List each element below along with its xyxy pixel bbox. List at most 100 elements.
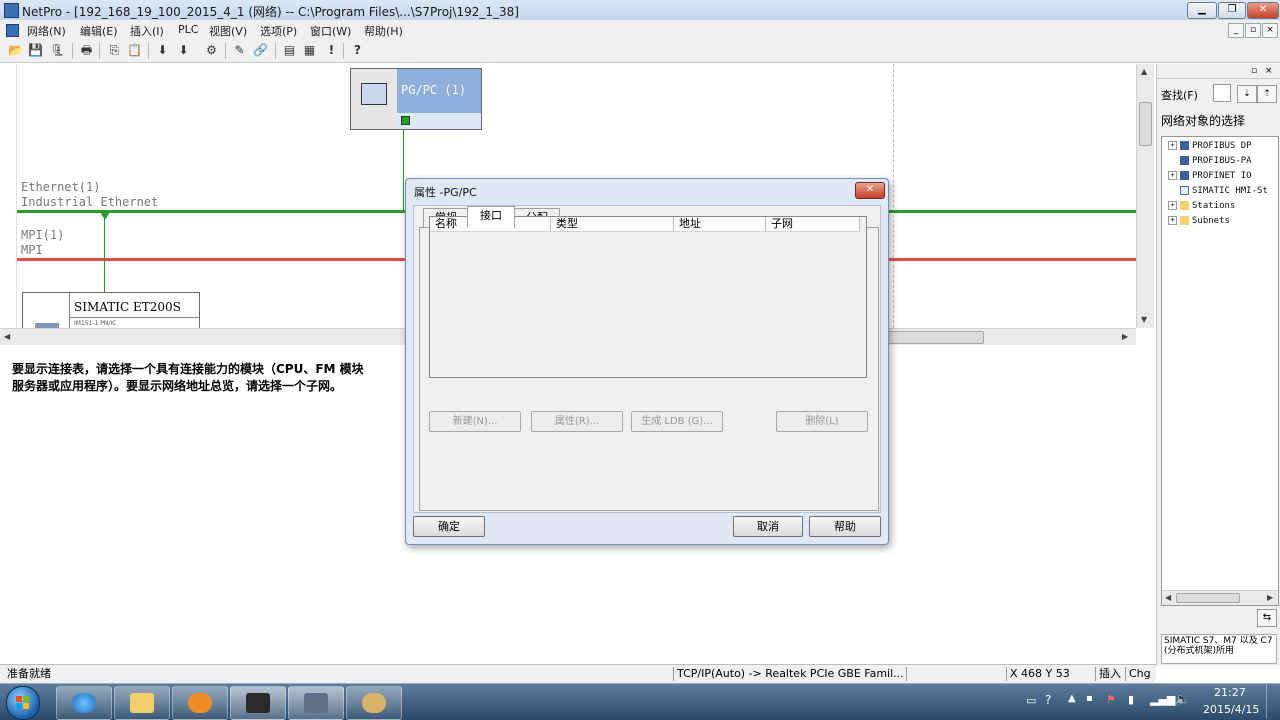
save-compile-icon[interactable]: 🗜	[49, 42, 66, 59]
find-up-icon[interactable]: ⇡	[1257, 85, 1277, 103]
taskbar-media[interactable]	[172, 686, 228, 720]
menu-help[interactable]: 帮助(H)	[364, 23, 403, 39]
download-all-icon[interactable]: ⬇	[175, 42, 192, 59]
window-title: NetPro - [192_168_19_100_2015_4_1 (网络) -…	[22, 5, 519, 19]
expand-icon[interactable]: +	[1168, 216, 1177, 225]
cancel-button[interactable]: 取消	[733, 516, 803, 537]
copy-icon[interactable]: ⎘	[106, 42, 123, 59]
find-input[interactable]	[1213, 84, 1231, 102]
status-insert: 插入	[1095, 667, 1125, 681]
mdi-close-button[interactable]: ×	[1262, 23, 1278, 38]
tree-item-profibus-dp[interactable]: + PROFIBUS DP	[1168, 141, 1252, 151]
expand-icon[interactable]: +	[1168, 141, 1177, 150]
tree-horizontal-scrollbar[interactable]: ◀ ▶	[1162, 590, 1278, 605]
menu-network[interactable]: 网络(N)	[27, 23, 66, 39]
catalog-close-icon[interactable]: ×	[1265, 66, 1273, 76]
tree-item-profibus-pa[interactable]: PROFIBUS-PA	[1168, 156, 1252, 166]
dialog-close-button[interactable]: ✕	[855, 182, 885, 199]
help-pointer-icon[interactable]: ?	[349, 42, 366, 59]
network-vertical-scrollbar[interactable]: ▲ ▼	[1136, 64, 1154, 328]
generate-ldb-button[interactable]: 生成 LDB (G)...	[631, 411, 723, 432]
print-icon[interactable]: 🖶	[78, 42, 95, 59]
new-button[interactable]: 新建(N)...	[429, 411, 521, 432]
menu-view[interactable]: 视图(V)	[209, 23, 247, 39]
edit-icon[interactable]: ✎	[231, 42, 248, 59]
interfaces-list[interactable]: 名称 类型 地址 子网	[429, 216, 867, 378]
maximize-button[interactable]: ❐	[1218, 2, 1246, 19]
network-tray-icon[interactable]: ▂▄▆	[1150, 693, 1175, 706]
subnet-mpi-type: MPI	[21, 243, 43, 257]
volume-icon[interactable]: 🔈	[1175, 692, 1190, 706]
column-subnet[interactable]: 子网	[766, 217, 860, 232]
tray-app-icon[interactable]: ▪	[1086, 693, 1093, 704]
tray-expand-icon[interactable]: ▲	[1068, 693, 1076, 704]
column-address[interactable]: 地址	[674, 217, 766, 232]
et200s-label: SIMATIC ET200S	[74, 300, 181, 314]
expand-icon[interactable]: +	[1168, 171, 1177, 180]
ethernet-port-icon[interactable]	[401, 116, 410, 125]
tree-item-stations[interactable]: + Stations	[1168, 201, 1235, 211]
tree-item-profinet-io[interactable]: + PROFINET IO	[1168, 171, 1252, 181]
mdi-minimize-button[interactable]: _	[1228, 23, 1244, 38]
close-button[interactable]: ✕	[1247, 2, 1279, 19]
taskbar-simatic[interactable]	[230, 686, 286, 720]
start-button[interactable]	[6, 686, 40, 720]
netpro-app-icon	[4, 3, 19, 18]
show-desktop-button[interactable]	[1266, 684, 1280, 719]
menu-plc[interactable]: PLC	[178, 23, 198, 36]
status-interface: TCP/IP(Auto) -> Realtek PCIe GBE Famil..…	[673, 667, 905, 681]
open-icon[interactable]: 📂	[7, 42, 24, 59]
horizontal-scroll-thumb[interactable]	[882, 331, 984, 344]
taskbar-explorer[interactable]	[114, 686, 170, 720]
catalog-detail-toggle-icon[interactable]: ⇆	[1257, 609, 1277, 627]
exclamation-icon[interactable]: !	[323, 42, 340, 59]
delete-button[interactable]: 删除(L)	[776, 411, 868, 432]
open-hw-icon[interactable]: ▦	[301, 42, 318, 59]
mdi-restore-button[interactable]: ▫	[1245, 23, 1261, 38]
catalog-description: SIMATIC S7、M7 以及 C7 (分布式机架)所用	[1161, 634, 1277, 664]
tree-item-simatic-hmi[interactable]: SIMATIC HMI-St	[1168, 186, 1268, 196]
menu-edit[interactable]: 编辑(E)	[80, 23, 118, 39]
menu-insert[interactable]: 插入(I)	[130, 23, 164, 39]
clock-time[interactable]: 21:27	[1214, 686, 1246, 699]
tree-item-subnets[interactable]: + Subnets	[1168, 216, 1230, 226]
configure-icon[interactable]: ⚙	[203, 42, 220, 59]
minimize-button[interactable]: ▁	[1187, 2, 1217, 19]
page-boundary	[893, 64, 894, 328]
dialog-body: 常规 接口 分配 名称 类型 地址 子网 新建(N)... 属性(R)... 生…	[413, 205, 881, 513]
download-icon[interactable]: ⬇	[154, 42, 171, 59]
pgpc-device[interactable]: PG/PC (1)	[350, 68, 482, 130]
menu-options[interactable]: 选项(P)	[260, 23, 297, 39]
taskbar-netpro[interactable]	[288, 686, 344, 720]
flag-icon[interactable]: ⚑	[1106, 693, 1116, 706]
stations-icon[interactable]: ▤	[281, 42, 298, 59]
properties-button[interactable]: 属性(R)...	[531, 411, 623, 432]
keyboard-icon[interactable]: ▭	[1026, 694, 1036, 707]
pc-icon	[361, 83, 387, 105]
taskbar-paint[interactable]	[346, 686, 402, 720]
clock-date[interactable]: 2015/4/15	[1203, 703, 1259, 716]
menu-window[interactable]: 窗口(W)	[310, 23, 351, 39]
find-down-icon[interactable]: ⇣	[1237, 85, 1257, 103]
expand-icon[interactable]: +	[1168, 201, 1177, 210]
help-button[interactable]: 帮助	[809, 516, 881, 537]
vertical-scroll-thumb[interactable]	[1139, 102, 1152, 146]
tab-interfaces[interactable]: 接口	[467, 206, 515, 228]
status-coordinates: X 468 Y 53	[1006, 667, 1096, 681]
hint-line-1: 要显示连接表，请选择一个具有连接能力的模块（CPU、FM 模块	[12, 362, 364, 376]
power-icon[interactable]: ▮	[1128, 693, 1134, 706]
taskbar-ie[interactable]	[56, 686, 112, 720]
ok-button[interactable]: 确定	[413, 516, 485, 537]
taskbar: ▭ ? ▲ ▪ ⚑ ▮ ▂▄▆ 🔈 21:27 2015/4/15	[0, 683, 1280, 720]
catalog-restore-icon[interactable]: ▫	[1251, 66, 1257, 76]
et200s-device[interactable]: SIMATIC ET200S IM151-1 PN/IC	[22, 292, 200, 329]
paste-icon[interactable]: 📋	[126, 42, 143, 59]
et200s-module-label: IM151-1 PN/IC	[74, 320, 117, 327]
folder-icon	[1180, 201, 1189, 210]
link-icon[interactable]: 🔗	[252, 42, 269, 59]
save-icon[interactable]: 💾	[27, 42, 44, 59]
catalog-tree[interactable]: + PROFIBUS DP PROFIBUS-PA + PROFINET IO SI…	[1161, 136, 1279, 606]
column-type[interactable]: 类型	[551, 217, 674, 232]
tree-scroll-thumb[interactable]	[1176, 593, 1240, 603]
help-tray-icon[interactable]: ?	[1045, 693, 1051, 707]
